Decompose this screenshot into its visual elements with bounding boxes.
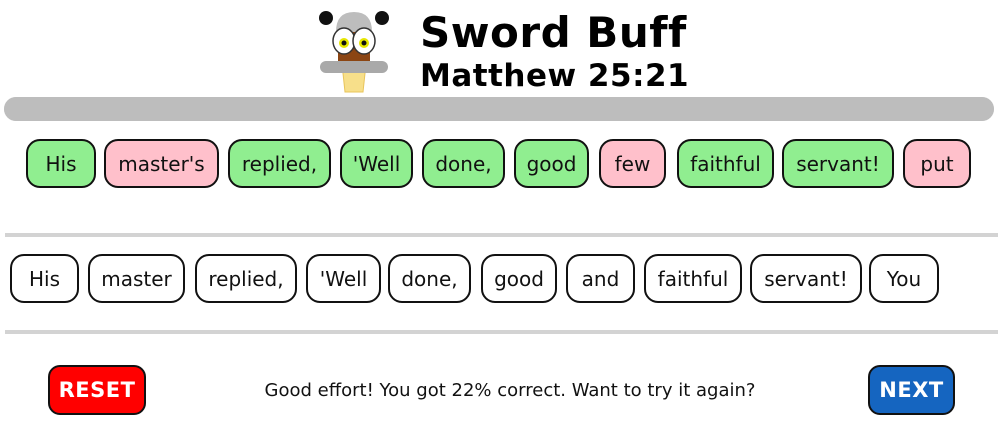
answer-word-chip[interactable]: replied, <box>228 139 331 188</box>
answer-word-chip[interactable]: His <box>26 139 96 188</box>
divider <box>5 330 998 334</box>
target-word-chip[interactable]: servant! <box>750 254 862 303</box>
answer-word-chip[interactable]: put <box>903 139 971 188</box>
target-word-chip[interactable]: and <box>566 254 635 303</box>
answer-word-chip[interactable]: servant! <box>782 139 894 188</box>
answer-word-chip[interactable]: master's <box>104 139 219 188</box>
target-word-chip[interactable]: done, <box>388 254 471 303</box>
target-word-row: His master replied, 'Well done, good and faithf… <box>0 254 1000 306</box>
target-word-chip[interactable]: replied, <box>195 254 297 303</box>
reset-button[interactable]: RESET <box>48 365 146 415</box>
target-word-chip[interactable]: 'Well <box>306 254 381 303</box>
target-word-chip[interactable]: His <box>10 254 79 303</box>
answer-word-chip[interactable]: 'Well <box>340 139 413 188</box>
target-word-chip[interactable]: You <box>869 254 939 303</box>
answer-word-chip[interactable]: done, <box>422 139 505 188</box>
verse-reference: Matthew 25:21 <box>420 58 690 94</box>
answer-word-chip[interactable]: good <box>514 139 589 188</box>
feedback-message: Good effort! You got 22% correct. Want t… <box>264 380 756 401</box>
progress-bar <box>4 97 994 121</box>
target-word-chip[interactable]: good <box>481 254 557 303</box>
target-word-chip[interactable]: master <box>88 254 185 303</box>
divider <box>5 233 998 237</box>
sword-mascot-icon <box>316 6 392 94</box>
answer-word-chip[interactable]: few <box>599 139 666 188</box>
app-title: Sword Buff <box>420 8 687 57</box>
answer-word-row: His master's replied, 'Well done, good few fait… <box>0 139 1000 191</box>
answer-word-chip[interactable]: faithful <box>677 139 774 188</box>
next-button[interactable]: NEXT <box>868 365 955 415</box>
progress-fill <box>4 97 994 121</box>
header: Sword Buff Matthew 25:21 <box>0 0 1000 96</box>
target-word-chip[interactable]: faithful <box>644 254 742 303</box>
sword-buff-page: Sword Buff Matthew 25:21 His master's repl… <box>0 0 1000 436</box>
